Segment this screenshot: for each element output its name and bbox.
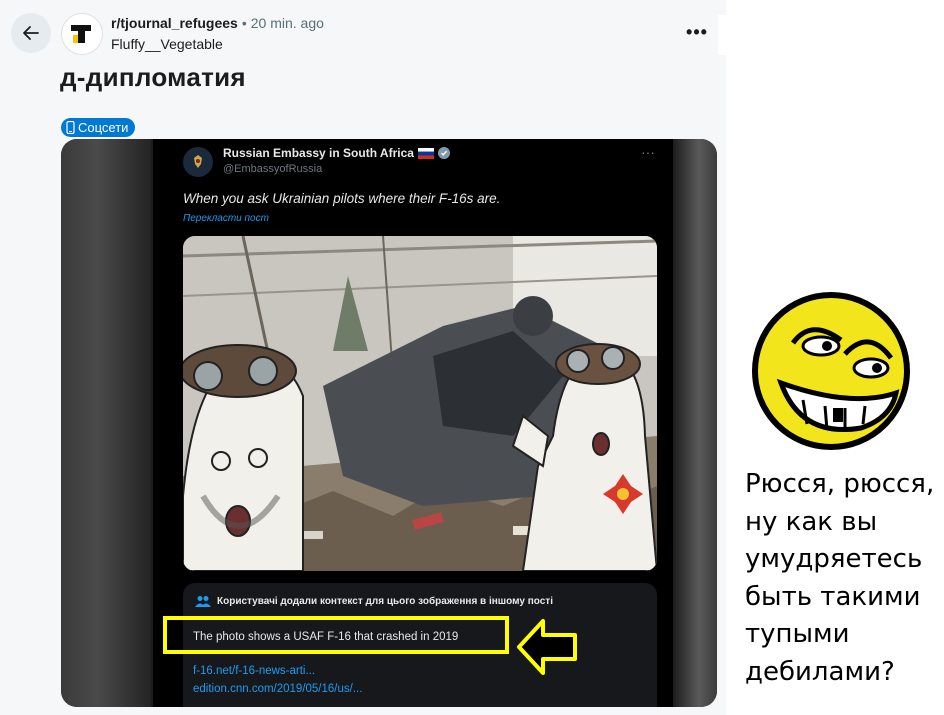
more-options-button[interactable]: ••• (683, 20, 711, 44)
subreddit-link[interactable]: r/tjournal_refugees • 20 min. ago (111, 15, 324, 31)
coat-of-arms-icon (194, 155, 202, 168)
tweet-translate-link: Перекласти пост (183, 213, 269, 224)
flair-label: Соцсети (78, 120, 129, 135)
caption-line: умудряетесь (745, 544, 923, 574)
troll-face-icon (752, 292, 910, 450)
tweet-handle: @EmbassyofRussia (223, 163, 323, 175)
highlight-arrow-icon (517, 619, 577, 675)
caption-line: дебилами? (745, 656, 895, 687)
tweet-author-name: Russian Embassy in South Africa (223, 146, 450, 160)
verified-badge-icon (437, 147, 450, 159)
tweet-meme-image (183, 236, 657, 571)
people-icon (195, 596, 211, 607)
caption-line: Рюсся, рюсся, (745, 469, 935, 499)
separator: • (241, 15, 247, 31)
arrow-left-icon (23, 26, 39, 40)
post-time: 20 min. ago (250, 15, 324, 31)
caption-line: ну как вы (745, 506, 878, 537)
caption-line: тупыми (745, 619, 850, 649)
post-media[interactable]: Russian Embassy in South Africa @Embassy… (61, 139, 717, 707)
source-link-f16: f-16.net/f-16-news-arti... (193, 665, 316, 677)
highlight-box (163, 616, 509, 654)
subreddit-avatar[interactable] (61, 13, 103, 55)
tweet-text: When you ask Ukrainian pilots where thei… (183, 191, 501, 206)
tjournal-logo-icon (71, 25, 91, 43)
subreddit-name[interactable]: r/tjournal_refugees (111, 15, 238, 31)
tweet-more-icon: ··· (641, 144, 655, 160)
embassy-avatar (183, 147, 213, 177)
community-note-title: Користувачі додали контекст для цього зо… (217, 595, 553, 607)
tweet-author-label: Russian Embassy in South Africa (223, 146, 414, 160)
author-link[interactable]: Fluffy__Vegetable (111, 36, 223, 52)
media-blur-right (672, 139, 717, 707)
blank-block (838, 10, 938, 110)
community-note-header: Користувачі додали контекст для цього зо… (195, 595, 553, 607)
phone-icon (66, 121, 75, 134)
media-blur-left (61, 139, 151, 707)
caption-text: Рюсся, рюсся, ну как вы умудряетесь быть… (745, 466, 940, 691)
caption-line: быть такими (745, 581, 921, 612)
russian-flag-icon (417, 147, 434, 159)
crashed-jet-meme-picture (183, 236, 657, 571)
source-link-cnn: edition.cnn.com/2019/05/16/us/... (193, 683, 363, 695)
back-button[interactable] (11, 13, 51, 53)
post-flair[interactable]: Соцсети (61, 118, 136, 137)
post-title: д-дипломатия (60, 62, 246, 92)
blank-block (718, 15, 732, 55)
